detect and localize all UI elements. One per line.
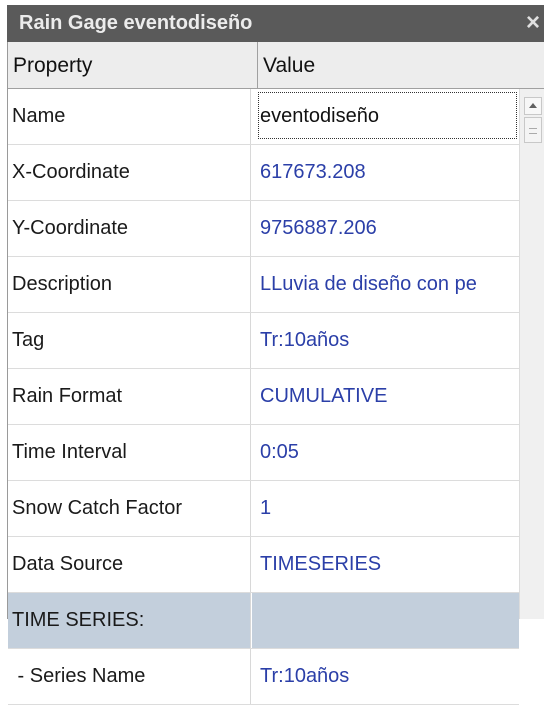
section-value (252, 593, 519, 648)
row-series-name[interactable]: - Series Name Tr:10años (8, 649, 519, 705)
section-label: TIME SERIES: (8, 593, 251, 648)
row-data-source[interactable]: Data Source TIMESERIES (8, 537, 519, 593)
focus-rectangle (258, 92, 517, 139)
grid-rows: Name eventodiseño X-Coordinate 617673.20… (8, 89, 519, 705)
property-label: Time Interval (8, 425, 251, 480)
grid-header: Property Value (8, 42, 544, 89)
row-y-coordinate[interactable]: Y-Coordinate 9756887.206 (8, 201, 519, 257)
column-header-value[interactable]: Value (258, 42, 544, 88)
row-name[interactable]: Name eventodiseño (8, 89, 519, 145)
row-snow-catch-factor[interactable]: Snow Catch Factor 1 (8, 481, 519, 537)
row-description[interactable]: Description LLuvia de diseño con pe (8, 257, 519, 313)
column-header-property[interactable]: Property (8, 42, 258, 88)
window-title: Rain Gage eventodiseño (19, 12, 253, 34)
row-rain-format[interactable]: Rain Format CUMULATIVE (8, 369, 519, 425)
property-label: Description (8, 257, 251, 312)
row-tag[interactable]: Tag Tr:10años (8, 313, 519, 369)
scroll-up-arrow-icon[interactable] (524, 97, 542, 115)
time-interval-value[interactable]: 0:05 (252, 425, 519, 480)
description-value[interactable]: LLuvia de diseño con pe (252, 257, 519, 312)
snow-catch-factor-value[interactable]: 1 (252, 481, 519, 536)
property-grid: Property Value Name eventodiseño X-Coord… (7, 42, 544, 705)
title-bar[interactable]: Rain Gage eventodiseño × (7, 5, 544, 42)
property-label: Tag (8, 313, 251, 368)
row-time-interval[interactable]: Time Interval 0:05 (8, 425, 519, 481)
property-label: X-Coordinate (8, 145, 251, 200)
series-name-value[interactable]: Tr:10años (252, 649, 519, 704)
row-x-coordinate[interactable]: X-Coordinate 617673.208 (8, 145, 519, 201)
tag-value[interactable]: Tr:10años (252, 313, 519, 368)
section-header-time-series: TIME SERIES: (8, 593, 519, 649)
property-label: Snow Catch Factor (8, 481, 251, 536)
property-label: Y-Coordinate (8, 201, 251, 256)
rain-format-value[interactable]: CUMULATIVE (252, 369, 519, 424)
y-coordinate-value[interactable]: 9756887.206 (252, 201, 519, 256)
property-editor-window: Rain Gage eventodiseño × Property Value … (0, 0, 544, 705)
scrollbar-thumb[interactable] (524, 117, 542, 143)
x-coordinate-value[interactable]: 617673.208 (252, 145, 519, 200)
property-label: Name (8, 89, 251, 144)
data-source-value[interactable]: TIMESERIES (252, 537, 519, 592)
vertical-scrollbar[interactable] (519, 89, 544, 619)
property-label: Data Source (8, 537, 251, 592)
property-label: Rain Format (8, 369, 251, 424)
close-icon[interactable]: × (522, 9, 544, 37)
property-label: - Series Name (8, 649, 251, 704)
